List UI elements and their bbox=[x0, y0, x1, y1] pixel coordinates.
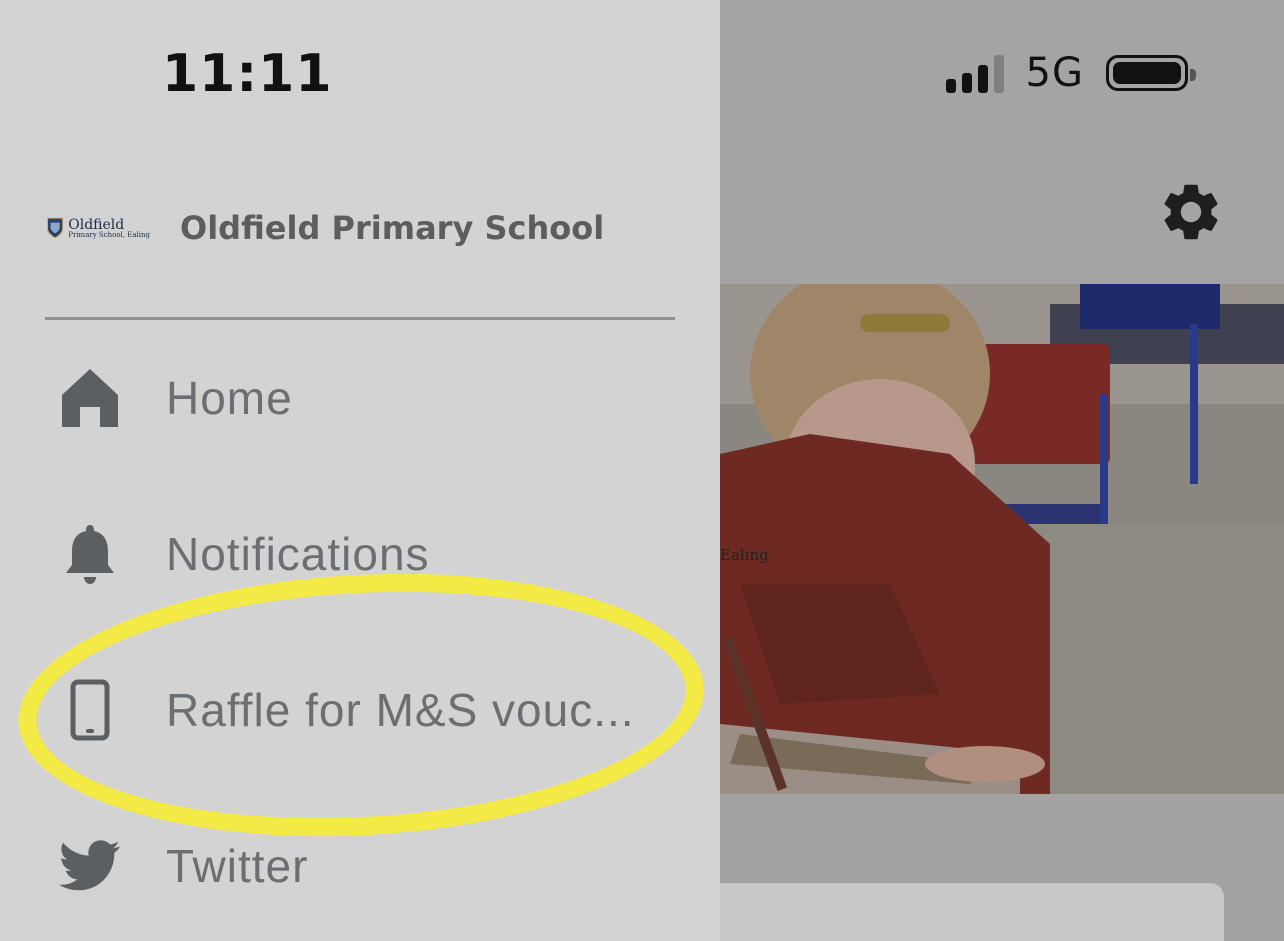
school-name: Oldfield Primary School bbox=[180, 209, 605, 247]
network-type: 5G bbox=[1025, 50, 1084, 96]
menu-item-twitter[interactable]: Twitter bbox=[0, 806, 720, 926]
bell-icon bbox=[58, 522, 122, 586]
status-time: 11:11 bbox=[162, 44, 333, 104]
photo-caption: Ealing bbox=[720, 546, 769, 564]
menu-item-home[interactable]: Home bbox=[0, 338, 720, 458]
divider bbox=[45, 317, 675, 320]
battery-icon bbox=[1106, 55, 1196, 91]
content-card[interactable] bbox=[720, 883, 1224, 941]
menu-item-label: Twitter bbox=[166, 840, 309, 892]
status-bar-right: 5G bbox=[945, 50, 1196, 96]
signal-strength-icon bbox=[945, 53, 1004, 93]
menu-item-raffle[interactable]: Raffle for M&S vouc... bbox=[0, 650, 720, 770]
phone-icon bbox=[58, 678, 122, 742]
menu-item-label: Notifications bbox=[166, 528, 430, 580]
logo-name: Oldfield bbox=[68, 216, 125, 233]
child-painting-image bbox=[720, 284, 1284, 794]
background-app: Ealing bbox=[720, 0, 1284, 941]
menu-item-label: Home bbox=[166, 372, 293, 424]
home-icon bbox=[58, 366, 122, 430]
school-crest-icon bbox=[46, 217, 64, 239]
logo-subtitle: Primary School, Ealing bbox=[68, 230, 150, 239]
school-header[interactable]: Oldfield Primary School, Ealing Oldfield… bbox=[46, 205, 604, 251]
navigation-drawer: 11:11 Oldfield Primary School, Ealing Ol… bbox=[0, 0, 720, 941]
featured-photo[interactable]: Ealing bbox=[720, 284, 1284, 794]
gear-icon[interactable] bbox=[1157, 178, 1225, 246]
school-logo: Oldfield Primary School, Ealing bbox=[46, 205, 150, 251]
twitter-icon bbox=[58, 834, 122, 898]
menu-item-label: Raffle for M&S vouc... bbox=[166, 684, 635, 736]
menu-item-notifications[interactable]: Notifications bbox=[0, 494, 720, 614]
